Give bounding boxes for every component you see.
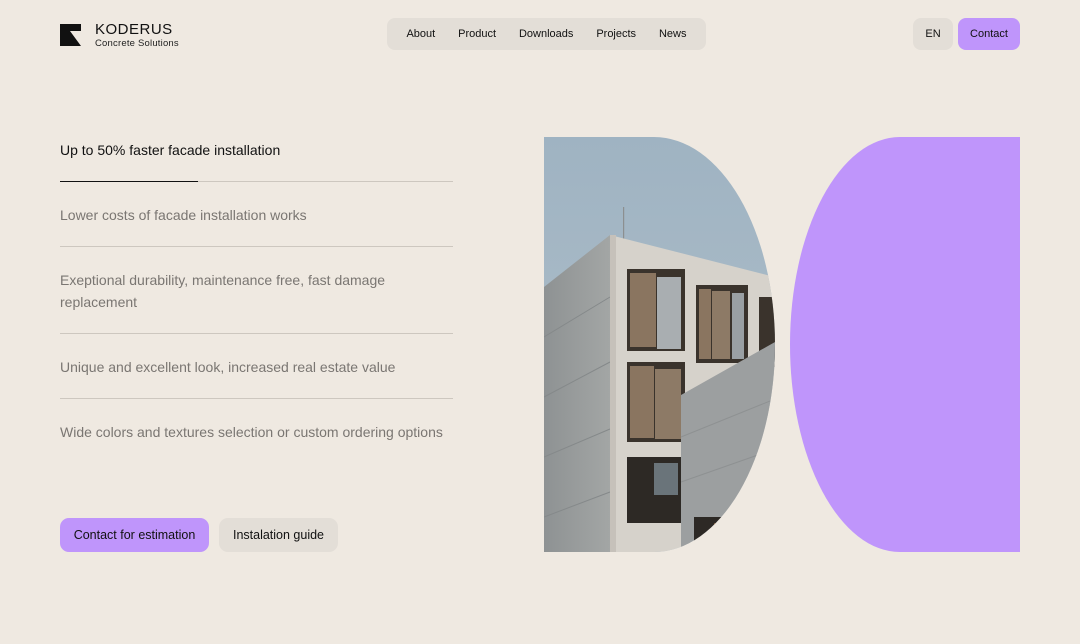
feature-text: Lower costs of facade installation works [60, 207, 307, 223]
feature-item[interactable]: Unique and excellent look, increased rea… [60, 334, 453, 399]
feature-text: Wide colors and textures selection or cu… [60, 424, 443, 440]
koderus-logo-icon [60, 24, 81, 47]
installation-guide-button[interactable]: Instalation guide [219, 518, 338, 552]
nav-item-projects[interactable]: Projects [596, 28, 636, 40]
brand-logo[interactable]: KODERUS Concrete Solutions [60, 22, 179, 49]
feature-item-active[interactable]: Up to 50% faster facade installation [60, 117, 453, 182]
brand-text: KODERUS Concrete Solutions [95, 22, 179, 49]
feature-item[interactable]: Wide colors and textures selection or cu… [60, 399, 453, 463]
nav-item-product[interactable]: Product [458, 28, 496, 40]
feature-text: Exeptional durability, maintenance free,… [60, 272, 386, 310]
feature-item[interactable]: Lower costs of facade installation works [60, 182, 453, 247]
feature-list: Up to 50% faster facade installation Low… [60, 117, 453, 463]
nav-item-news[interactable]: News [659, 28, 687, 40]
brand-tagline: Concrete Solutions [95, 38, 179, 49]
feature-text: Unique and excellent look, increased rea… [60, 359, 396, 375]
main-nav: About Product Downloads Projects News [387, 18, 706, 50]
brand-name: KODERUS [95, 21, 173, 38]
building-photo [544, 137, 775, 552]
nav-item-about[interactable]: About [406, 28, 435, 40]
nav-item-downloads[interactable]: Downloads [519, 28, 573, 40]
contact-estimation-button[interactable]: Contact for estimation [60, 518, 209, 552]
contact-button[interactable]: Contact [958, 18, 1020, 50]
language-switcher[interactable]: EN [913, 18, 953, 50]
feature-item[interactable]: Exeptional durability, maintenance free,… [60, 247, 453, 334]
accent-shape [790, 137, 1020, 552]
feature-text: Up to 50% faster facade installation [60, 142, 281, 158]
